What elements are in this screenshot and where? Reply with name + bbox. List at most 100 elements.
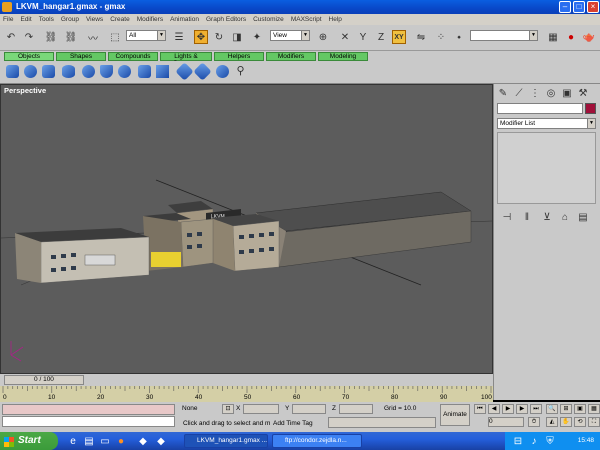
tab-modeling[interactable]: Modeling — [318, 52, 368, 61]
firefox-icon[interactable]: ● — [114, 434, 128, 448]
modify-tab-icon[interactable]: ⟋ — [512, 86, 526, 100]
reference-coordinate-dropdown[interactable]: View ▼ — [270, 30, 310, 41]
select-and-manipulate-icon[interactable]: ✦ — [250, 30, 264, 44]
named-selection-dropdown[interactable]: ▼ — [470, 30, 538, 41]
menu-tools[interactable]: Tools — [39, 14, 54, 25]
tab-lights-cameras[interactable]: Lights & Cameras — [160, 52, 212, 67]
tab-helpers[interactable]: Helpers — [214, 52, 264, 61]
ie-icon[interactable]: e — [66, 434, 80, 448]
menu-animation[interactable]: Animation — [170, 14, 199, 25]
geosphere-icon[interactable] — [118, 65, 131, 78]
menu-group[interactable]: Group — [61, 14, 79, 25]
menu-customize[interactable]: Customize — [253, 14, 284, 25]
mirror-icon[interactable]: ⇋ — [414, 30, 428, 44]
material-editor-icon[interactable]: ⬩ — [452, 30, 466, 44]
select-and-scale-icon[interactable]: ◨ — [230, 30, 244, 44]
zoom-icon[interactable]: 🔍 — [546, 404, 558, 414]
current-frame-field[interactable]: 0 — [488, 417, 524, 427]
maxscript-listener[interactable] — [2, 404, 175, 415]
play-icon[interactable]: ▶ — [502, 404, 514, 414]
y-coordinate-field[interactable] — [292, 404, 326, 414]
quick-launch-icon[interactable]: ◆ — [154, 434, 168, 448]
cylinder-icon[interactable] — [42, 65, 55, 78]
cone-icon[interactable] — [100, 65, 113, 78]
menu-modifiers[interactable]: Modifiers — [137, 14, 163, 25]
add-time-tag[interactable]: Add Time Tag — [273, 420, 313, 427]
explorer-icon[interactable]: ▤ — [82, 434, 96, 448]
object-name-field[interactable] — [497, 103, 583, 114]
render-icon[interactable]: ● — [564, 30, 578, 44]
tab-objects[interactable]: Objects — [4, 52, 54, 61]
display-tab-icon[interactable]: ▣ — [560, 86, 574, 100]
volume-icon[interactable]: ♪ — [527, 434, 541, 448]
zoom-extents-all-icon[interactable]: ▦ — [588, 404, 600, 414]
menu-maxscript[interactable]: MAXScript — [291, 14, 322, 25]
maximize-button[interactable]: □ — [573, 1, 585, 13]
previous-frame-icon[interactable]: ◀ — [488, 404, 500, 414]
close-button[interactable]: × — [587, 1, 599, 13]
remove-modifier-icon[interactable]: ⌂ — [558, 210, 572, 224]
selection-filter-dropdown[interactable]: All ▼ — [126, 30, 166, 41]
motion-tab-icon[interactable]: ◎ — [544, 86, 558, 100]
zoom-all-icon[interactable]: ⊞ — [560, 404, 572, 414]
align-icon[interactable]: ⁘ — [434, 30, 448, 44]
object-color-swatch[interactable] — [585, 103, 596, 114]
torus-icon[interactable] — [62, 65, 75, 78]
link-icon[interactable]: ⛓ — [44, 30, 58, 44]
network-icon[interactable]: ⊟ — [511, 434, 525, 448]
select-and-rotate-icon[interactable]: ↻ — [212, 30, 226, 44]
hierarchy-tab-icon[interactable]: ⋮ — [528, 86, 542, 100]
select-by-name-icon[interactable]: ☰ — [172, 30, 186, 44]
tab-shapes[interactable]: Shapes — [56, 52, 106, 61]
desktop-icon[interactable]: ▭ — [98, 434, 112, 448]
extended-primitives-icon[interactable]: ⚲ — [234, 65, 247, 78]
field-of-view-icon[interactable]: ◭ — [546, 417, 558, 427]
animate-button[interactable]: Animate — [440, 404, 470, 426]
security-icon[interactable]: ⛨ — [543, 434, 557, 448]
maximize-viewport-icon[interactable]: ⛶ — [588, 417, 600, 427]
select-object-icon[interactable]: ⬚ — [108, 30, 122, 44]
restrict-z-icon[interactable]: Z — [374, 30, 388, 44]
perspective-viewport[interactable]: LKVM — [0, 84, 493, 374]
tab-compounds[interactable]: Compounds — [108, 52, 158, 61]
menu-file[interactable]: File — [3, 14, 13, 25]
goto-end-icon[interactable]: ⏭ — [530, 404, 542, 414]
teapot-icon[interactable] — [82, 65, 95, 78]
configure-sets-icon[interactable]: ▤ — [576, 210, 590, 224]
plane-icon[interactable] — [156, 65, 169, 78]
time-tag-field[interactable] — [328, 417, 436, 428]
undo-icon[interactable]: ↶ — [4, 30, 18, 44]
task-gmax[interactable]: LKVM_hangar1.gmax ... — [184, 434, 268, 448]
tab-modifiers[interactable]: Modifiers — [266, 52, 316, 61]
lock-selection-icon[interactable]: ⊡ — [222, 404, 234, 414]
select-and-move-icon[interactable]: ✥ — [194, 30, 208, 44]
pivot-center-icon[interactable]: ⊕ — [316, 30, 330, 44]
maxscript-output[interactable] — [2, 416, 175, 427]
modifier-list-dropdown[interactable]: Modifier List ▼ — [497, 118, 596, 129]
quick-render-icon[interactable]: 🫖 — [582, 30, 596, 44]
menu-views[interactable]: Views — [86, 14, 103, 25]
make-unique-icon[interactable]: ⊻ — [540, 210, 554, 224]
zoom-extents-icon[interactable]: ▣ — [574, 404, 586, 414]
restrict-y-icon[interactable]: Y — [356, 30, 370, 44]
minimize-button[interactable]: – — [559, 1, 571, 13]
unlink-icon[interactable]: ⛓ — [64, 30, 78, 44]
utilities-tab-icon[interactable]: ⚒ — [576, 86, 590, 100]
time-config-icon[interactable]: ⏱ — [528, 417, 540, 427]
time-slider[interactable]: 0 / 100 — [4, 375, 84, 385]
goto-start-icon[interactable]: ⏮ — [474, 404, 486, 414]
x-coordinate-field[interactable] — [243, 404, 279, 414]
sphere-icon[interactable] — [24, 65, 37, 78]
z-coordinate-field[interactable] — [339, 404, 373, 414]
menu-graph-editors[interactable]: Graph Editors — [206, 14, 246, 25]
restrict-x-icon[interactable]: ✕ — [338, 30, 352, 44]
box-icon[interactable] — [6, 65, 19, 78]
create-tab-icon[interactable]: ✎ — [496, 86, 510, 100]
menu-create[interactable]: Create — [110, 14, 130, 25]
modifier-stack[interactable] — [497, 132, 596, 204]
pin-stack-icon[interactable]: ⊣ — [500, 210, 514, 224]
tube-icon[interactable] — [138, 65, 151, 78]
menu-edit[interactable]: Edit — [20, 14, 31, 25]
next-frame-icon[interactable]: ▶ — [516, 404, 528, 414]
menu-help[interactable]: Help — [329, 14, 342, 25]
